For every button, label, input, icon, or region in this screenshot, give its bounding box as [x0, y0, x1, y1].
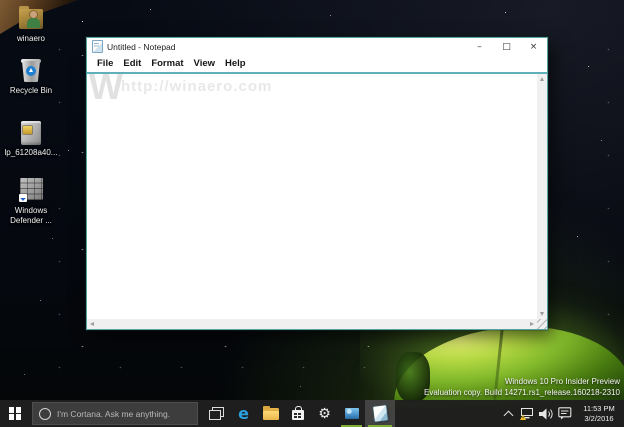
clock-time: 11:53 PM — [583, 403, 615, 413]
notepad-text-area[interactable]: Whttp://winaero.com — [87, 74, 537, 319]
clock-date: 3/2/2016 — [584, 413, 614, 423]
menu-help[interactable]: Help — [220, 58, 251, 69]
shortcut-arrow-icon — [19, 194, 27, 202]
store-icon — [291, 406, 304, 420]
desktop-icon-label: lp_61208a40... — [4, 148, 58, 157]
notepad-icon — [372, 405, 388, 422]
desktop-icon-label: Recycle Bin — [9, 86, 53, 95]
maximize-button[interactable]: □ — [493, 38, 520, 55]
watermark-line1: Windows 10 Pro Insider Preview — [504, 377, 620, 387]
file-explorer-icon — [262, 405, 279, 420]
user-folder-icon — [17, 6, 45, 32]
notepad-app-icon — [92, 40, 103, 53]
watermark-url: http://winaero.com — [120, 78, 273, 95]
desktop-icon-lp-file[interactable]: lp_61208a40... — [2, 120, 60, 158]
menu-file[interactable]: File — [92, 58, 118, 69]
winaero-watermark: Whttp://winaero.com — [89, 72, 273, 108]
network-icon — [520, 407, 533, 420]
desktop-icon-label: Windows Defender ... — [10, 206, 52, 225]
photos-app-icon — [344, 408, 359, 419]
cortana-search-box[interactable]: I'm Cortana. Ask me anything. — [32, 402, 198, 425]
resize-grip[interactable] — [537, 319, 547, 329]
taskbar-clock[interactable]: 11:53 PM 3/2/2016 — [576, 404, 622, 424]
archive-file-icon — [17, 120, 45, 146]
evaluation-watermark: Windows 10 Pro Insider Preview Evaluatio… — [424, 377, 620, 398]
desktop-icon-recycle-bin[interactable]: Recycle Bin — [2, 58, 60, 96]
notepad-window: Untitled - Notepad – □ × File Edit Forma… — [86, 37, 548, 330]
scroll-right-icon[interactable] — [530, 321, 534, 326]
close-button[interactable]: × — [520, 38, 547, 55]
network-status-button[interactable] — [519, 400, 535, 427]
scroll-up-icon[interactable] — [539, 77, 544, 81]
chevron-up-icon — [503, 410, 513, 420]
desktop-icon-winaero[interactable]: winaero — [2, 6, 60, 44]
task-view-icon — [209, 407, 224, 420]
scroll-left-icon[interactable] — [90, 321, 94, 326]
window-controls: – □ × — [466, 38, 547, 55]
cortana-icon — [39, 407, 51, 420]
scroll-down-icon[interactable] — [539, 312, 544, 316]
menu-view[interactable]: View — [189, 58, 220, 69]
desktop-icon-label: winaero — [16, 34, 45, 43]
gear-icon: ⚙ — [318, 405, 331, 422]
photos-app-button[interactable] — [338, 400, 365, 427]
recycle-bin-icon — [17, 58, 45, 84]
defender-bricks-icon — [17, 178, 45, 204]
taskbar: I'm Cortana. Ask me anything. e ⚙ 11:53 … — [0, 400, 624, 427]
action-center-icon — [558, 407, 572, 420]
menu-bar: File Edit Format View Help — [87, 55, 547, 72]
notepad-taskbar-button[interactable] — [365, 400, 395, 427]
desktop-icon-windows-defender[interactable]: Windows Defender ... — [2, 178, 60, 225]
speaker-icon — [538, 408, 553, 419]
task-view-button[interactable] — [203, 400, 230, 427]
horizontal-scrollbar[interactable] — [87, 319, 537, 329]
vertical-scrollbar[interactable] — [537, 74, 547, 319]
minimize-button[interactable]: – — [466, 38, 493, 55]
system-tray — [500, 400, 573, 427]
edge-icon: e — [238, 403, 249, 423]
title-bar[interactable]: Untitled - Notepad – □ × — [87, 38, 547, 55]
cortana-placeholder: I'm Cortana. Ask me anything. — [57, 408, 171, 419]
start-button[interactable] — [0, 400, 30, 427]
tray-chevron-button[interactable] — [500, 400, 516, 427]
store-button[interactable] — [284, 400, 311, 427]
windows-logo-icon — [8, 407, 22, 420]
volume-button[interactable] — [538, 400, 554, 427]
watermark-w: W — [89, 72, 123, 107]
window-title: Untitled - Notepad — [107, 41, 176, 52]
action-center-button[interactable] — [557, 400, 573, 427]
menu-format[interactable]: Format — [146, 58, 188, 69]
watermark-line2: Evaluation copy. Build 14271.rs1_release… — [424, 387, 620, 397]
settings-button[interactable]: ⚙ — [311, 400, 338, 427]
notepad-body: Whttp://winaero.com — [87, 72, 547, 329]
file-explorer-button[interactable] — [257, 400, 284, 427]
edge-button[interactable]: e — [230, 400, 257, 427]
menu-edit[interactable]: Edit — [118, 58, 146, 69]
